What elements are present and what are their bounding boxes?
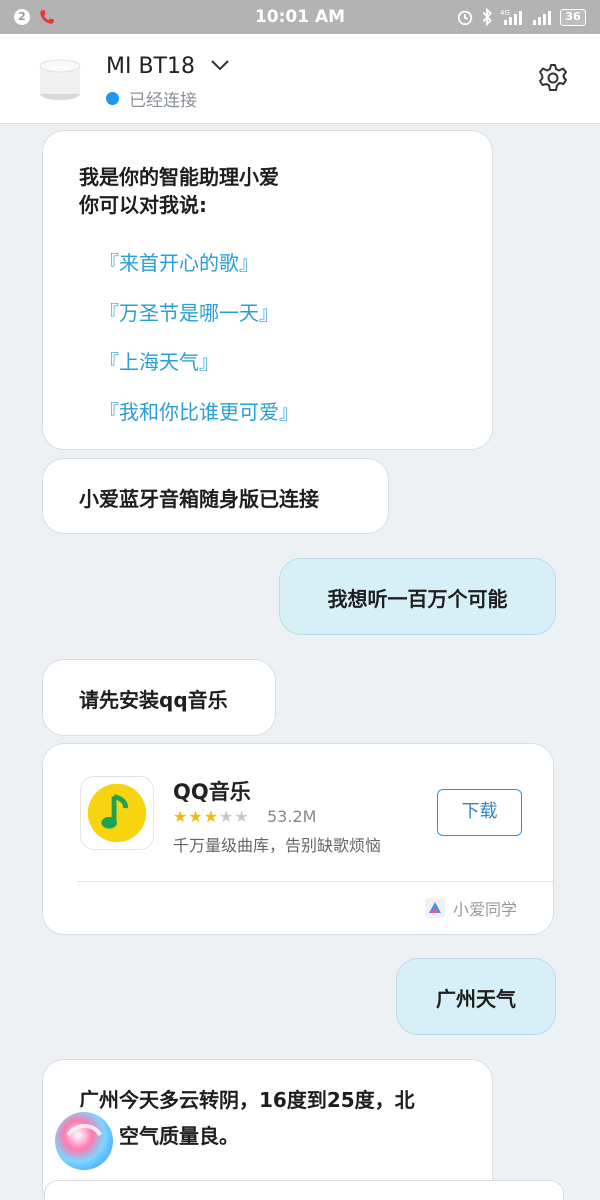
alarm-icon (457, 10, 473, 26)
message-text: 广州天气 (436, 987, 516, 1011)
suggestion-item[interactable]: 『来首开心的歌』 (99, 247, 259, 276)
network-label: 4G (500, 9, 510, 17)
xiaoai-logo-icon (424, 898, 445, 918)
status-right: 4G 36 (456, 8, 586, 26)
signal-4g-icon: 4G (500, 9, 522, 25)
star-filled-icon: ★ (188, 807, 203, 826)
app-card[interactable]: QQ音乐 ★ ★ ★ ★ ★ 53.2M 千万量级曲库，告别缺歌烦恼 下载 小爱… (42, 743, 554, 935)
message-text: 广州今天多云转阴，16度到25度，北 级，空气质量良。 (79, 1088, 455, 1148)
source-label: 小爱同学 (452, 900, 517, 919)
status-bar: 2 10:01 AM 4G 36 (0, 0, 600, 34)
message-text: 我想听一百万个可能 (327, 587, 508, 611)
app-size: 53.2M (267, 807, 317, 826)
bluetooth-icon (482, 8, 492, 26)
app-name: QQ音乐 (173, 780, 251, 804)
device-header: MI BT18 已经连接 (0, 34, 600, 124)
battery-indicator: 36 (560, 8, 586, 26)
card-source: 小爱同学 (424, 896, 517, 920)
message-text: 请先安装qq音乐 (79, 688, 228, 712)
signal-icon (533, 11, 551, 25)
connection-status-text: 已经连接 (129, 91, 197, 111)
xiaoai-assistant-orb-icon[interactable] (48, 1105, 120, 1177)
app-description: 千万量级曲库，告别缺歌烦恼 (173, 836, 382, 855)
assistant-message-bubble: 请先安装qq音乐 (42, 659, 276, 736)
welcome-line-2: 你可以对我说: (79, 193, 207, 217)
suggestion-item[interactable]: 『上海天气』 (99, 346, 219, 375)
message-text: 小爱蓝牙音箱随身版已连接 (79, 487, 319, 511)
user-message-bubble: 我想听一百万个可能 (279, 558, 556, 635)
card-divider (77, 881, 553, 882)
connection-status: 已经连接 (106, 86, 197, 111)
suggestion-item[interactable]: 『万圣节是哪一天』 (99, 297, 279, 326)
download-button[interactable]: 下载 (437, 789, 522, 836)
star-filled-icon: ★ (173, 807, 188, 826)
star-empty-icon: ★ (219, 807, 234, 826)
next-message-bubble (44, 1180, 564, 1200)
gear-icon[interactable] (538, 63, 568, 93)
assistant-welcome-bubble: 我是你的智能助理小爱 你可以对我说: 『来首开心的歌』 『万圣节是哪一天』 『上… (42, 130, 493, 450)
qq-music-app-icon (80, 776, 154, 850)
suggestion-item[interactable]: 『我和你比谁更可爱』 (99, 396, 299, 425)
star-empty-icon: ★ (234, 807, 249, 826)
connected-dot-icon (106, 92, 119, 105)
star-filled-icon: ★ (203, 807, 219, 826)
welcome-line-1: 我是你的智能助理小爱 (79, 165, 279, 189)
user-message-bubble: 广州天气 (396, 958, 556, 1035)
rating-stars: ★ ★ ★ ★ ★ (173, 808, 249, 826)
chevron-down-icon[interactable] (210, 58, 230, 72)
device-name[interactable]: MI BT18 (106, 54, 195, 79)
speaker-device-icon (39, 59, 81, 100)
assistant-message-bubble: 小爱蓝牙音箱随身版已连接 (42, 458, 389, 534)
